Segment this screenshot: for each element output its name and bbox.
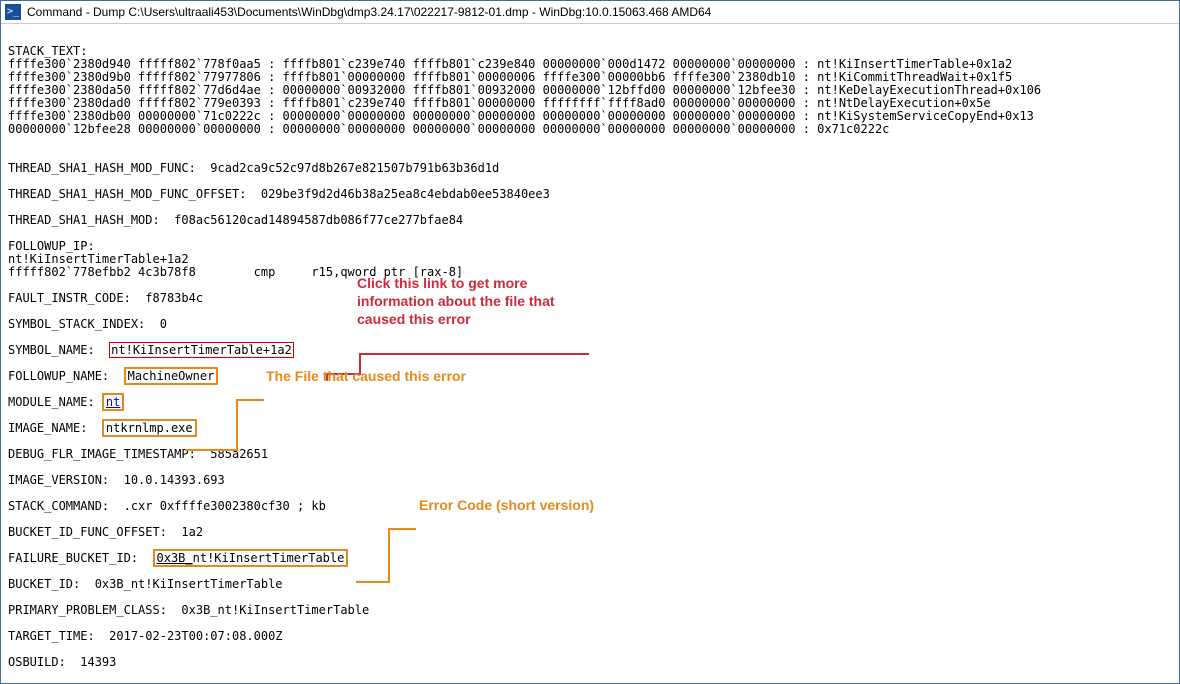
stack-line: ffffe300`2380d940 fffff802`778f0aa5 : ff… <box>8 57 1012 71</box>
failure-bucket-rest: nt!KiInsertTimerTable <box>193 551 345 565</box>
stack-line: 00000000`12bfee28 00000000`00000000 : 00… <box>8 122 889 136</box>
followup-ip-header: FOLLOWUP_IP: <box>8 239 95 253</box>
image-name-label: IMAGE_NAME: <box>8 421 102 435</box>
target-time: TARGET_TIME: 2017-02-23T00:07:08.000Z <box>8 629 283 643</box>
titlebar[interactable]: >_ Command - Dump C:\Users\ultraali453\D… <box>1 1 1179 24</box>
command-output[interactable]: STACK_TEXT: ffffe300`2380d940 fffff802`7… <box>2 24 1178 682</box>
followup-name-label: FOLLOWUP_NAME: <box>8 369 124 383</box>
failure-bucket-label: FAILURE_BUCKET_ID: <box>8 551 153 565</box>
annotation-file: The File that caused this error <box>266 367 466 385</box>
image-version: IMAGE_VERSION: 10.0.14393.693 <box>8 473 225 487</box>
annotation-code: Error Code (short version) <box>419 496 594 514</box>
stack-line: ffffe300`2380da50 fffff802`77d6d4ae : 00… <box>8 83 1041 97</box>
failure-bucket-box: 0x3B_nt!KiInsertTimerTable <box>153 549 349 567</box>
failure-bucket-code: 0x3B_ <box>157 551 193 565</box>
annotation-red: Click this link to get more information … <box>357 274 587 328</box>
sha1-mod: THREAD_SHA1_HASH_MOD: f08ac56120cad14894… <box>8 213 463 227</box>
module-name-label: MODULE_NAME: <box>8 395 102 409</box>
window-title: Command - Dump C:\Users\ultraali453\Docu… <box>27 5 711 19</box>
followup-name-value: MachineOwner <box>124 367 219 385</box>
stack-command: STACK_COMMAND: .cxr 0xffffe3002380cf30 ;… <box>8 499 326 513</box>
osbuild: OSBUILD: 14393 <box>8 655 116 669</box>
sha1-func-offset: THREAD_SHA1_HASH_MOD_FUNC_OFFSET: 029be3… <box>8 187 550 201</box>
sha1-func: THREAD_SHA1_HASH_MOD_FUNC: 9cad2ca9c52c9… <box>8 161 499 175</box>
bucket-id: BUCKET_ID: 0x3B_nt!KiInsertTimerTable <box>8 577 283 591</box>
stack-line: ffffe300`2380db00 00000000`71c0222c : 00… <box>8 109 1034 123</box>
stack-text-header: STACK_TEXT: <box>8 44 87 58</box>
osservicepack: OSSERVICEPACK: 693 <box>8 681 145 682</box>
stack-line: ffffe300`2380dad0 fffff802`779e0393 : ff… <box>8 96 991 110</box>
symbol-name-label: SYMBOL_NAME: <box>8 343 109 357</box>
symbol-name-value: nt!KiInsertTimerTable+1a2 <box>109 342 294 358</box>
symbol-stack-index: SYMBOL_STACK_INDEX: 0 <box>8 317 167 331</box>
app-icon: >_ <box>5 4 21 20</box>
image-name-value: ntkrnlmp.exe <box>102 419 197 437</box>
bucket-id-func-offset: BUCKET_ID_FUNC_OFFSET: 1a2 <box>8 525 203 539</box>
module-name-box: nt <box>102 393 124 411</box>
primary-problem-class: PRIMARY_PROBLEM_CLASS: 0x3B_nt!KiInsertT… <box>8 603 369 617</box>
followup-ip-1: nt!KiInsertTimerTable+1a2 <box>8 252 189 266</box>
stack-line: ffffe300`2380d9b0 fffff802`77977806 : ff… <box>8 70 1012 84</box>
module-name-link[interactable]: nt <box>106 395 120 409</box>
fault-instr: FAULT_INSTR_CODE: f8783b4c <box>8 291 203 305</box>
windbg-window: >_ Command - Dump C:\Users\ultraali453\D… <box>0 0 1180 684</box>
